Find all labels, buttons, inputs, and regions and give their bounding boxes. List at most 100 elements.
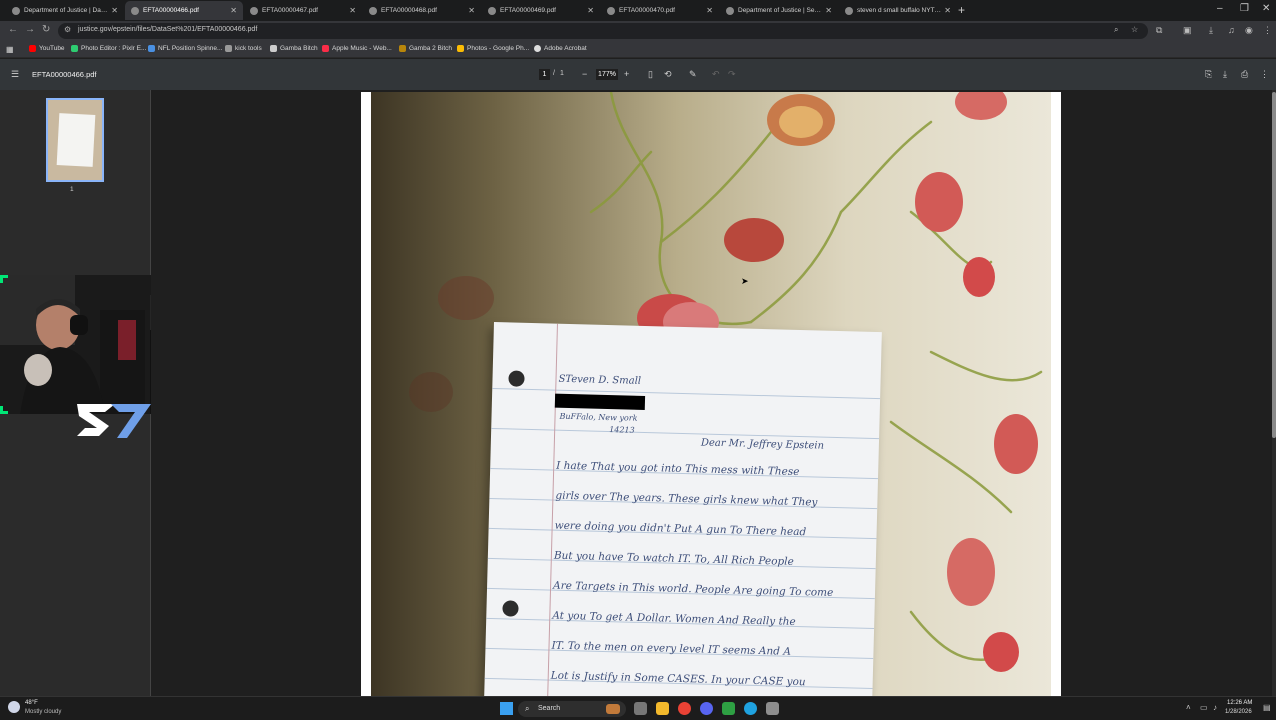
binder-hole xyxy=(508,370,525,387)
ruled-line xyxy=(492,387,881,400)
close-tab-icon[interactable]: ✕ xyxy=(349,6,356,15)
weather-icon[interactable] xyxy=(8,701,20,713)
bookmark-gamba-2[interactable]: Gamba 2 Bitch xyxy=(399,45,452,52)
clock-date[interactable]: 1/28/2026 xyxy=(1225,709,1252,715)
letter-line: were doing you didn't Put A gun To There… xyxy=(554,519,807,539)
total-pages: 1 xyxy=(560,70,564,77)
kick-tools-icon xyxy=(225,45,232,52)
bookmark-pixlr[interactable]: Photo Editor : Pixlr E... xyxy=(71,45,146,52)
close-tab-icon[interactable]: ✕ xyxy=(111,6,118,15)
print-icon[interactable]: ⎙ xyxy=(1241,69,1248,80)
close-tab-icon[interactable]: ✕ xyxy=(468,6,475,15)
gamba-icon xyxy=(399,45,406,52)
clock-time[interactable]: 12:26 AM xyxy=(1227,700,1252,706)
bookmark-adobe-acrobat[interactable]: Adobe Acrobat xyxy=(534,45,587,52)
letter-photo: STeven D. Small BuFFalo, New york 14213 … xyxy=(371,92,1051,696)
omnibox[interactable]: ⚙ justice.gov/epstein/files/DataSet%201/… xyxy=(58,23,1148,39)
save-as-icon[interactable]: ⎘ xyxy=(1205,69,1212,80)
close-tab-icon[interactable]: ✕ xyxy=(587,6,594,15)
page-thumbnail[interactable] xyxy=(46,98,104,182)
rotate-icon[interactable]: ⟲ xyxy=(664,69,672,80)
network-icon[interactable]: ▭ xyxy=(1200,703,1208,712)
fit-page-icon[interactable]: ▯ xyxy=(648,69,653,80)
redo-icon[interactable]: ↷ xyxy=(728,69,736,80)
bookmark-star-icon[interactable]: ☆ xyxy=(1131,25,1138,34)
file-explorer-icon[interactable] xyxy=(656,702,669,715)
apps-grid-icon[interactable]: ▦ xyxy=(6,45,14,54)
letter-line: But you have To watch IT. To, All Rich P… xyxy=(553,549,794,568)
bookmark-google-photos[interactable]: Photos - Google Ph... xyxy=(457,45,529,52)
tab-efta469[interactable]: EFTA00000469.pdf ✕ xyxy=(482,1,600,20)
bookmark-youtube[interactable]: YouTube xyxy=(29,45,65,52)
search-highlight-icon xyxy=(606,704,620,714)
hamburger-menu-icon[interactable]: ☰ xyxy=(11,69,19,80)
undo-icon[interactable]: ↶ xyxy=(712,69,720,80)
weather-temperature[interactable]: 48°F xyxy=(25,700,38,706)
reload-icon[interactable]: ↻ xyxy=(42,24,50,35)
tab-efta470[interactable]: EFTA00000470.pdf ✕ xyxy=(601,1,719,20)
sidepanel-icon[interactable]: ▣ xyxy=(1183,25,1192,36)
annotate-icon[interactable]: ✎ xyxy=(689,69,697,80)
tab-google-search[interactable]: steven d small buffalo NYT - G ✕ xyxy=(839,1,957,20)
apple-music-icon xyxy=(322,45,329,52)
task-view-icon[interactable] xyxy=(634,702,647,715)
pdf-toolbar: ☰ EFTA00000466.pdf 1 / 1 − 177% + ▯ ⟲ ✎ … xyxy=(0,59,1276,90)
bookmarks-bar: ▦ YouTube Photo Editor : Pixlr E... NFL … xyxy=(0,41,1276,58)
tray-chevron-icon[interactable]: ˄ xyxy=(1186,703,1191,712)
weather-condition[interactable]: Mostly cloudy xyxy=(25,709,61,715)
mouse-cursor-icon: ➤ xyxy=(741,276,749,286)
page-number-input[interactable]: 1 xyxy=(539,69,550,80)
download-pdf-icon[interactable]: ⤓ xyxy=(1223,69,1227,80)
tab-efta467[interactable]: EFTA00000467.pdf ✕ xyxy=(244,1,362,20)
site-info-icon[interactable]: ⚙ xyxy=(64,25,71,34)
favicon-icon xyxy=(131,6,139,15)
close-tab-icon[interactable]: ✕ xyxy=(706,6,713,15)
xbox-icon[interactable] xyxy=(722,702,735,715)
media-icon[interactable]: ♫ xyxy=(1228,25,1235,35)
bookmark-kick-tools[interactable]: kick tools xyxy=(225,45,262,52)
discord-icon[interactable] xyxy=(700,702,713,715)
taskbar-search[interactable]: ⌕ Search xyxy=(518,701,626,717)
close-tab-icon[interactable]: ✕ xyxy=(230,6,237,15)
profile-icon[interactable]: ◉ xyxy=(1245,25,1253,36)
zoom-in-icon[interactable]: + xyxy=(624,69,629,79)
extensions-icon[interactable]: ⧉ xyxy=(1156,25,1162,36)
start-icon[interactable] xyxy=(500,702,513,715)
close-tab-icon[interactable]: ✕ xyxy=(825,6,832,15)
tab-doj-data-set[interactable]: Department of Justice | Data Se ✕ xyxy=(6,1,124,20)
notifications-icon[interactable]: ▤ xyxy=(1263,703,1271,712)
chrome-icon[interactable] xyxy=(678,702,691,715)
close-window-icon[interactable]: ✕ xyxy=(1262,3,1270,14)
tab-efta466[interactable]: EFTA00000466.pdf ✕ xyxy=(125,1,243,20)
back-icon[interactable]: ← xyxy=(8,24,18,35)
edge-icon[interactable] xyxy=(744,702,757,715)
ruled-line xyxy=(491,427,880,440)
bookmark-gamba[interactable]: Gamba Bitch xyxy=(270,45,318,52)
redaction-bar xyxy=(554,393,646,410)
close-tab-icon[interactable]: ✕ xyxy=(944,6,951,15)
youtube-icon xyxy=(29,45,36,52)
restore-icon[interactable]: ❐ xyxy=(1240,3,1249,14)
zoom-out-icon[interactable]: − xyxy=(582,69,587,79)
favicon-icon xyxy=(12,6,20,15)
download-icon[interactable]: ⤓ xyxy=(1209,25,1213,36)
minimize-icon[interactable]: – xyxy=(1217,3,1223,14)
bookmark-apple-music[interactable]: Apple Music - Web... xyxy=(322,45,392,52)
tab-doj-search[interactable]: Department of Justice | Search ✕ xyxy=(720,1,838,20)
zoom-icon[interactable]: ⌕ xyxy=(1114,25,1118,35)
forward-icon[interactable]: → xyxy=(25,24,35,35)
notepad-icon[interactable] xyxy=(766,702,779,715)
zoom-level-input[interactable]: 177% xyxy=(596,69,618,80)
volume-icon[interactable]: ♪ xyxy=(1213,703,1217,712)
pdf-page: STeven D. Small BuFFalo, New york 14213 … xyxy=(361,92,1061,696)
tab-efta468[interactable]: EFTA00000468.pdf ✕ xyxy=(363,1,481,20)
search-icon: ⌕ xyxy=(525,704,530,713)
frame-corner xyxy=(0,406,8,414)
menu-icon[interactable]: ⋮ xyxy=(1263,25,1272,36)
new-tab-icon[interactable]: + xyxy=(958,3,965,17)
more-options-icon[interactable]: ⋮ xyxy=(1260,69,1269,80)
windows-taskbar: 48°F Mostly cloudy ⌕ Search ˄ ▭ ♪ 12:26 … xyxy=(0,696,1276,720)
pdf-viewer-area[interactable]: STeven D. Small BuFFalo, New york 14213 … xyxy=(151,90,1272,696)
scrollbar-thumb[interactable] xyxy=(1272,92,1276,438)
bookmark-nfl-spinner[interactable]: NFL Position Spinne... xyxy=(148,45,222,52)
